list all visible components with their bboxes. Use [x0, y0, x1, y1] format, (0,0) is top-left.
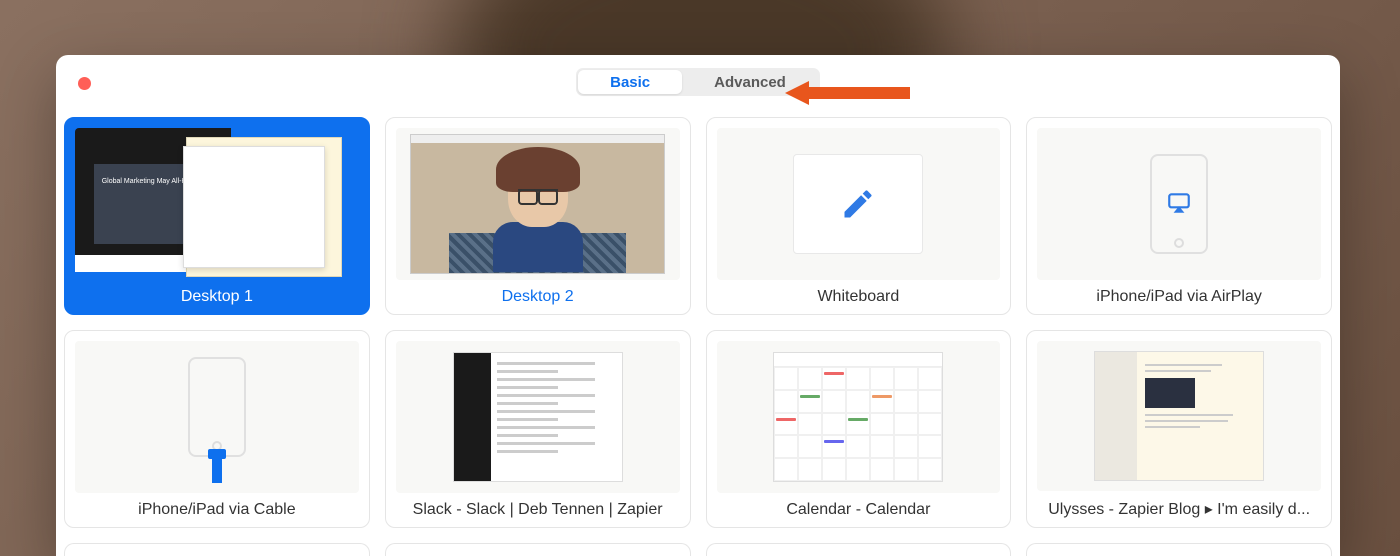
source-label: Ulysses - Zapier Blog ▸ I'm easily d... — [1037, 499, 1321, 519]
annotation-arrow — [785, 78, 910, 108]
share-source-grid: Global Marketing May All-Hands Desktop 1 — [56, 109, 1340, 556]
source-label: Calendar - Calendar — [717, 501, 1001, 519]
titlebar: Basic Advanced — [56, 55, 1340, 109]
source-cable[interactable]: iPhone/iPad via Cable — [64, 330, 370, 528]
thumbnail — [717, 341, 1001, 493]
source-calendar[interactable]: Calendar - Calendar — [706, 330, 1012, 528]
source-airplay[interactable]: iPhone/iPad via AirPlay — [1026, 117, 1332, 315]
phone-icon — [188, 357, 246, 457]
thumbnail — [717, 128, 1001, 280]
share-screen-dialog: Basic Advanced Global Marketing May All-… — [56, 55, 1340, 556]
source-label: iPhone/iPad via AirPlay — [1037, 288, 1321, 306]
source-label: Desktop 1 — [75, 288, 359, 306]
source-ulysses[interactable]: Ulysses - Zapier Blog ▸ I'm easily d... — [1026, 330, 1332, 528]
thumbnail — [396, 128, 680, 280]
tab-segmented-control: Basic Advanced — [576, 68, 820, 96]
source-desktop-1[interactable]: Global Marketing May All-Hands Desktop 1 — [64, 117, 370, 315]
thumbnail — [1037, 128, 1321, 280]
source-desktop-2[interactable]: Desktop 2 — [385, 117, 691, 315]
next-row-peek — [64, 543, 1332, 556]
thumbnail — [1037, 341, 1321, 491]
thumbnail — [75, 341, 359, 493]
pencil-icon — [840, 186, 876, 222]
source-label: Desktop 2 — [396, 288, 680, 306]
source-slack[interactable]: Slack - Slack | Deb Tennen | Zapier — [385, 330, 691, 528]
source-label: Slack - Slack | Deb Tennen | Zapier — [396, 501, 680, 519]
airplay-icon — [1166, 190, 1192, 216]
tab-basic[interactable]: Basic — [578, 70, 682, 94]
source-label: iPhone/iPad via Cable — [75, 501, 359, 519]
thumbnail — [396, 341, 680, 493]
source-whiteboard[interactable]: Whiteboard — [706, 117, 1012, 315]
source-label: Whiteboard — [717, 288, 1001, 306]
close-button[interactable] — [78, 77, 91, 90]
phone-icon — [1150, 154, 1208, 254]
thumbnail: Global Marketing May All-Hands — [75, 128, 359, 280]
